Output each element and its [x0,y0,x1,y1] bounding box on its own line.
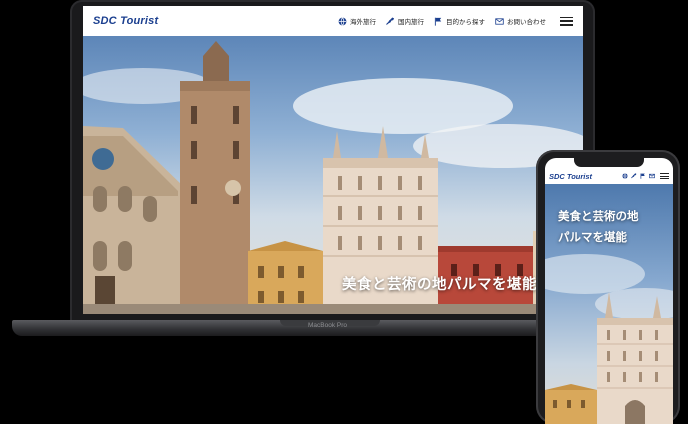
flag-icon[interactable] [640,173,646,179]
nav-label: 国内旅行 [398,18,424,26]
phone-notch [574,156,644,167]
phone-nav [622,173,669,179]
nav-item-purpose[interactable]: 目的から探す [434,16,485,26]
hero-caption: 美食と芸術の地パルマを堪能 [342,276,537,293]
main-nav: 海外旅行 国内旅行 目的から探す お問い合わせ [338,16,573,26]
nav-label: お問い合わせ [507,18,546,26]
flag-icon [434,17,442,26]
hamburger-menu-icon[interactable] [660,173,669,179]
phone-site-header: SDC Tourist [545,168,673,184]
nav-label: 海外旅行 [350,18,376,26]
globe-icon[interactable] [622,173,628,179]
nav-item-domestic[interactable]: 国内旅行 [386,16,424,26]
phone-hero-image: 美食と芸術の地 パルマを堪能 [545,184,673,424]
nav-item-overseas[interactable]: 海外旅行 [338,16,376,26]
mail-icon[interactable] [649,173,655,179]
phone-hero-caption: 美食と芸術の地 パルマを堪能 [558,206,639,248]
nav-label: 目的から探す [446,18,485,26]
phone-site-logo[interactable]: SDC Tourist [549,172,592,181]
japan-map-icon [386,16,395,25]
hamburger-menu-icon[interactable] [560,16,573,26]
site-logo[interactable]: SDC Tourist [93,15,158,27]
japan-map-icon[interactable] [631,173,637,179]
phone-screen: SDC Tourist 美食と芸術の地 パルマを堪能 [545,158,673,424]
phone-caption-line-1: 美食と芸術の地 [558,209,639,223]
hero-image: 美食と芸術の地パルマを堪能 [83,36,583,314]
site-header: SDC Tourist 海外旅行 国内旅行 目的から探す お問い合わせ [83,6,583,36]
laptop-screen: SDC Tourist 海外旅行 国内旅行 目的から探す お問い合わせ 美食と芸… [83,6,583,314]
mail-icon [495,17,504,25]
laptop-mockup: SDC Tourist 海外旅行 国内旅行 目的から探す お問い合わせ 美食と芸… [0,0,600,360]
globe-icon [338,16,347,26]
phone-caption-line-2: パルマを堪能 [558,230,627,244]
nav-item-contact[interactable]: お問い合わせ [495,16,546,26]
